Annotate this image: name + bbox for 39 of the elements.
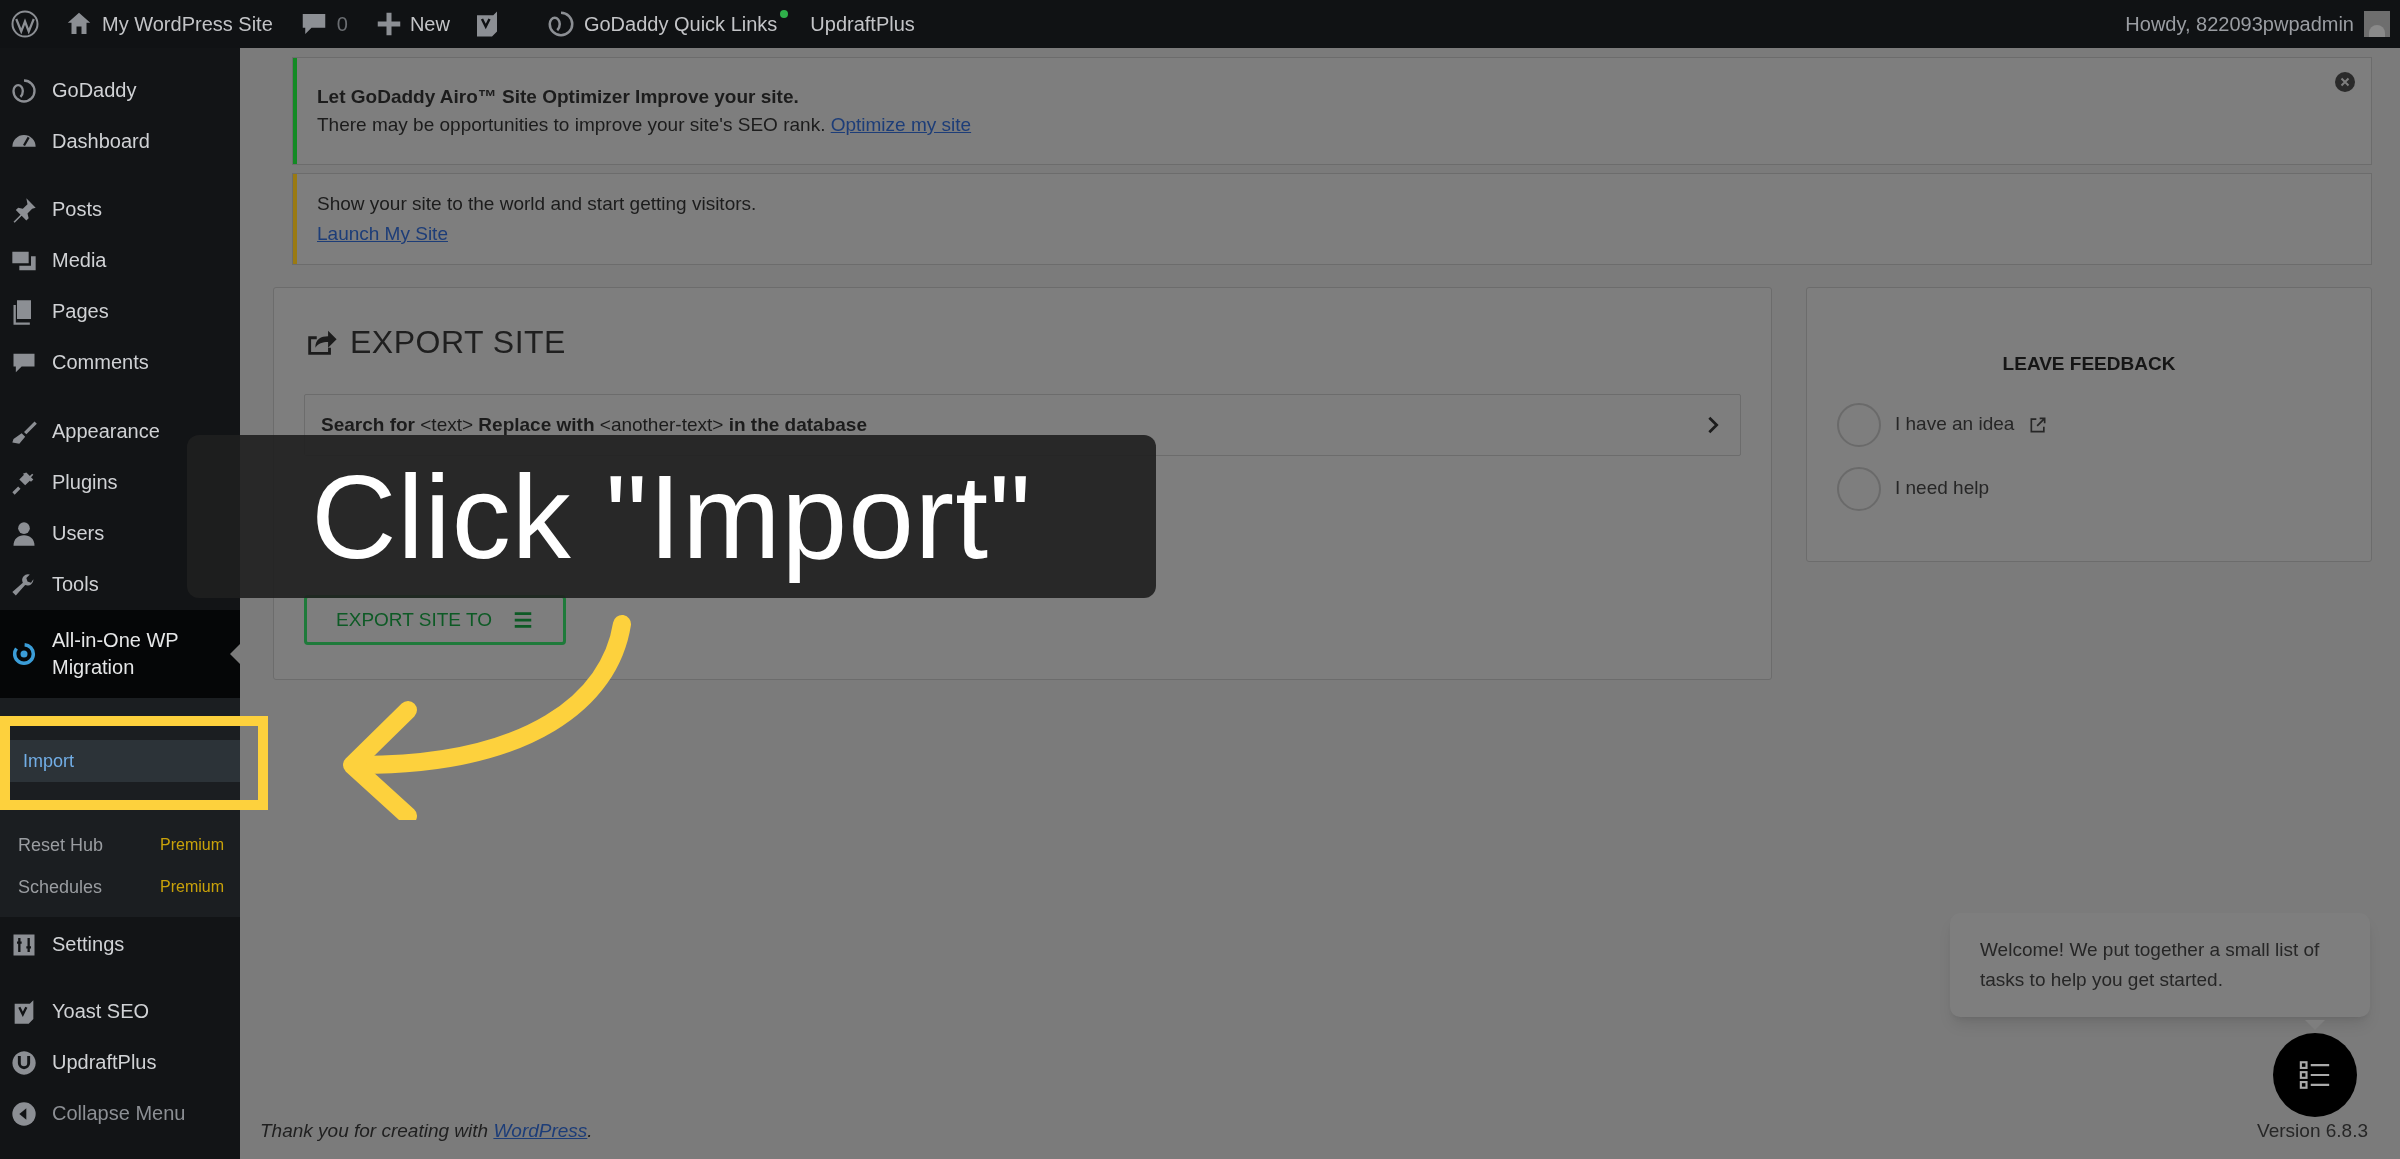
sidebar-menu-item[interactable]: Yoast SEO — [0, 986, 240, 1037]
feedback-option[interactable]: I need help — [1895, 474, 1990, 503]
quick-links-link[interactable]: GoDaddy Quick Links — [583, 9, 778, 39]
godaddy-logo-icon — [10, 76, 38, 105]
sidebar-menu-item[interactable]: Pages — [0, 286, 240, 337]
new-link[interactable]: New — [409, 9, 450, 39]
sidebar-menu-item[interactable]: Media — [0, 235, 240, 286]
sidebar-menu-item[interactable]: GoDaddy — [0, 65, 240, 116]
menu-pointer-icon — [230, 644, 240, 664]
sidebar-menu-item[interactable]: Collapse Menu — [0, 1088, 240, 1139]
submenu-item[interactable]: Schedules Premium — [0, 866, 240, 908]
footer-text: Thank you for creating with WordPress. — [260, 1118, 593, 1143]
sidebar-menu-item[interactable]: Settings — [0, 919, 240, 970]
wordpress-logo-icon[interactable] — [10, 9, 40, 39]
version-text: Version 6.8.3 — [2257, 1118, 2368, 1143]
checklist-icon — [2298, 1058, 2332, 1092]
sidebar-menu-item[interactable]: All-in-One WP Migration — [0, 610, 240, 698]
feedback-title: LEAVE FEEDBACK — [2001, 352, 2177, 376]
howdy-user-link[interactable]: Howdy, 822093pwpadmin — [2125, 9, 2354, 39]
notice-text: There may be opportunities to improve your site's SEO rank. — [317, 114, 827, 135]
premium-label: Premium — [160, 877, 224, 897]
welcome-tooltip: Welcome! We put together a small list of tasks to help you get started. — [1950, 913, 2370, 1017]
sidebar-menu-item[interactable]: UpdraftPlus — [0, 1037, 240, 1088]
notice-title: Let GoDaddy Airo™ Site Optimizer Improve your site. — [317, 85, 799, 109]
export-title: EXPORT SITE — [350, 323, 566, 362]
sidebar-menu-item[interactable]: Comments — [0, 337, 240, 388]
sidebar-menu-item[interactable]: Posts — [0, 184, 240, 235]
comment-count[interactable]: 0 — [336, 9, 348, 39]
premium-label: Premium — [160, 835, 224, 855]
updraftplus-logo-icon — [10, 1048, 38, 1077]
updraftplus-link[interactable]: UpdraftPlus — [810, 9, 915, 39]
circular-arrows-icon — [10, 640, 38, 668]
site-name-link[interactable]: My WordPress Site — [102, 9, 273, 39]
submenu-item[interactable]: Reset Hub Premium — [0, 824, 240, 866]
instruction-tooltip: Click "Import" — [187, 435, 1156, 598]
dismiss-icon[interactable] — [2335, 72, 2355, 92]
feedback-option[interactable]: I have an idea — [1895, 410, 2015, 439]
sidebar-menu-item[interactable]: Dashboard — [0, 116, 240, 167]
notice-text: Show your site to the world and start getting visitors. — [317, 192, 757, 216]
